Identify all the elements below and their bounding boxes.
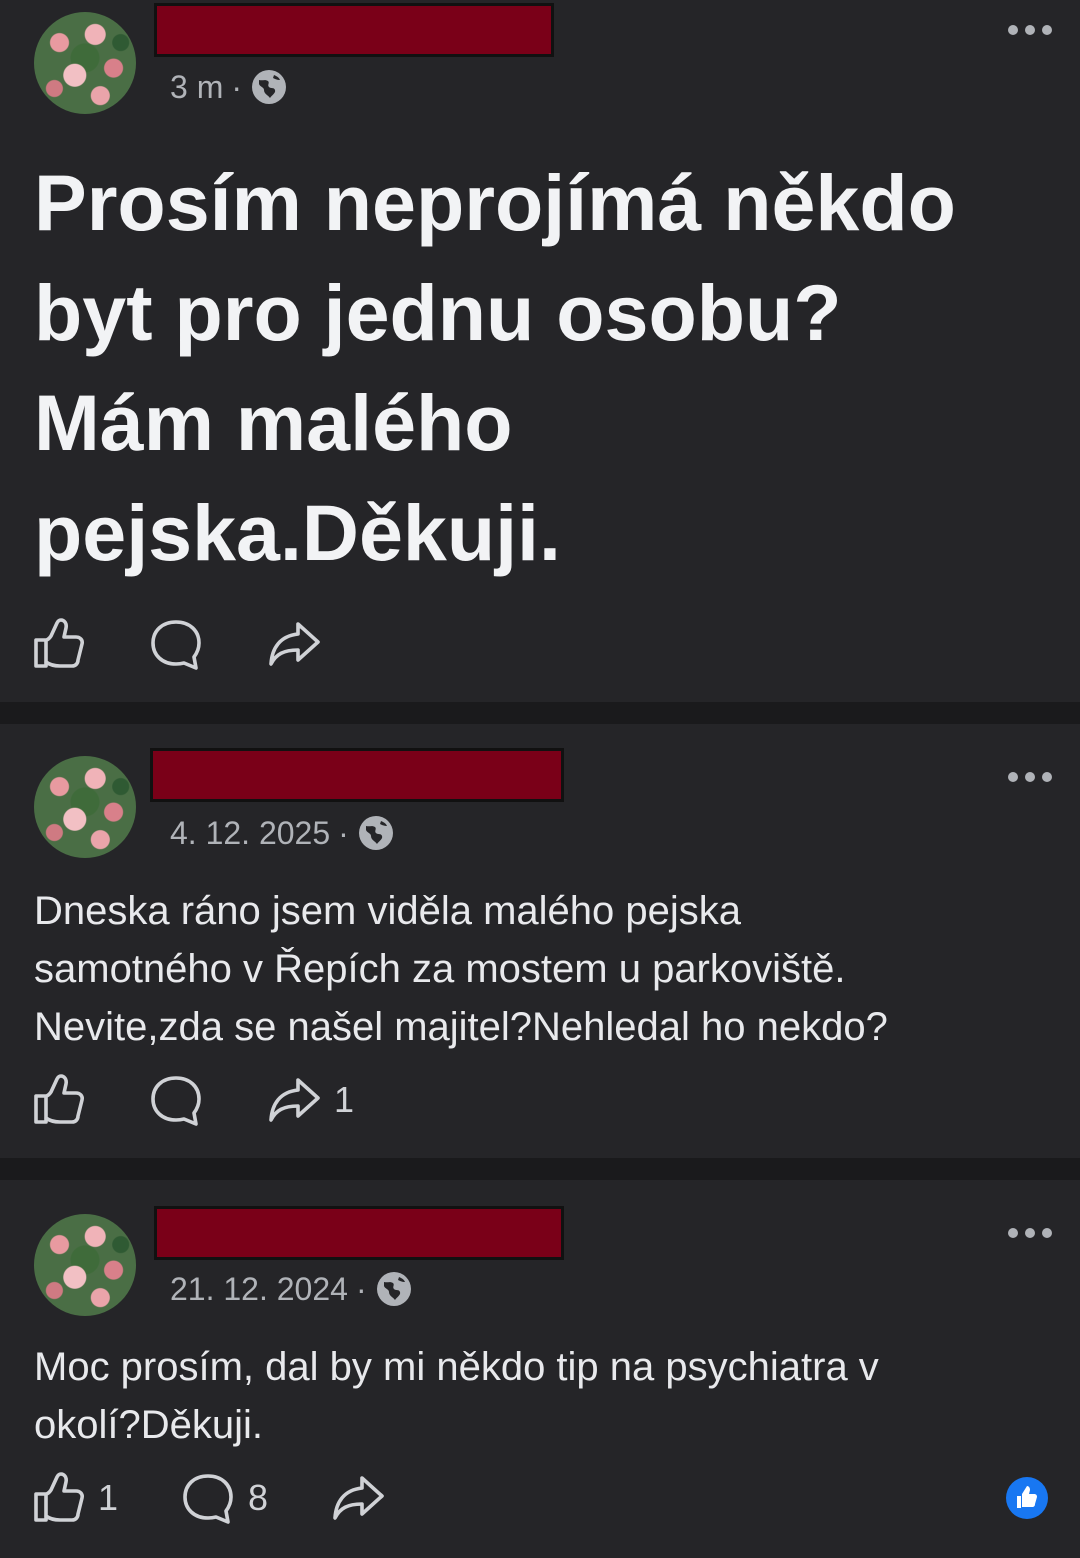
post-text-line: Moc prosím, dal by mi někdo tip na psych… xyxy=(34,1345,879,1389)
share-icon xyxy=(266,616,322,672)
avatar[interactable] xyxy=(34,12,136,114)
post-text-line: okolí?Děkuji. xyxy=(34,1403,264,1447)
thumbs-up-icon xyxy=(30,1072,86,1128)
post-text: Moc prosím, dal by mi někdo tip na psych… xyxy=(34,1338,1054,1454)
meta-separator: · xyxy=(338,814,349,851)
share-button[interactable]: 1 xyxy=(266,1072,354,1128)
redacted-author-name xyxy=(154,3,554,57)
like-reaction-badge-icon xyxy=(1006,1477,1048,1519)
post-text-line: pejska.Děkuji. xyxy=(34,488,561,577)
post-text-line: Nevite,zda se našel majitel?Nehledal ho … xyxy=(34,1005,888,1049)
avatar[interactable] xyxy=(34,1214,136,1316)
redacted-author-name xyxy=(154,1206,564,1260)
post-actions: 1 8 xyxy=(30,1470,386,1526)
redacted-author-name xyxy=(150,748,564,802)
post-text-line: byt pro jednu osobu? xyxy=(34,268,842,357)
post-card-2: 4. 12. 2025 · Dneska ráno jsem viděla ma… xyxy=(0,724,1080,1158)
post-meta: 3 m · xyxy=(170,68,288,106)
comment-button[interactable]: 8 xyxy=(180,1470,268,1526)
comment-icon xyxy=(180,1470,236,1526)
like-button[interactable] xyxy=(30,616,86,672)
comment-icon xyxy=(148,1072,204,1128)
post-timestamp[interactable]: 3 m xyxy=(170,69,223,106)
meta-separator: · xyxy=(355,1270,367,1307)
post-timestamp[interactable]: 4. 12. 2025 xyxy=(170,815,330,852)
meta-separator: · xyxy=(231,68,242,105)
comment-icon xyxy=(148,616,204,672)
globe-icon xyxy=(357,814,395,852)
post-text-line: samotného v Řepích za mostem u parkovišt… xyxy=(34,947,846,991)
share-button[interactable] xyxy=(266,616,322,672)
post-meta: 21. 12. 2024 · xyxy=(170,1270,413,1308)
share-button[interactable] xyxy=(330,1470,386,1526)
thumbs-up-icon xyxy=(30,616,86,672)
like-button[interactable]: 1 xyxy=(30,1470,118,1526)
post-text: Dneska ráno jsem viděla malého pejska sa… xyxy=(34,882,1054,1056)
globe-icon xyxy=(250,68,288,106)
share-icon xyxy=(266,1072,322,1128)
share-count: 1 xyxy=(334,1079,355,1120)
post-actions xyxy=(30,616,322,672)
post-card-3: 21. 12. 2024 · Moc prosím, dal by mi něk… xyxy=(0,1180,1080,1558)
post-text: Prosím neprojímá někdo byt pro jednu oso… xyxy=(34,148,1044,588)
like-count: 1 xyxy=(98,1477,119,1518)
comment-button[interactable] xyxy=(148,616,204,672)
post-text-line: Mám malého xyxy=(34,378,513,467)
comment-count: 8 xyxy=(248,1477,269,1518)
avatar[interactable] xyxy=(34,756,136,858)
thumbs-up-icon xyxy=(1017,1486,1037,1508)
post-text-line: Dneska ráno jsem viděla malého pejska xyxy=(34,889,742,933)
post-card-1: 3 m · Prosím neprojímá někdo byt pro jed… xyxy=(0,0,1080,702)
post-timestamp[interactable]: 21. 12. 2024 xyxy=(170,1271,348,1308)
globe-icon xyxy=(375,1270,413,1308)
like-button[interactable] xyxy=(30,1072,86,1128)
more-options-icon[interactable] xyxy=(1008,1228,1052,1238)
thumbs-up-icon xyxy=(30,1470,86,1526)
share-icon xyxy=(330,1470,386,1526)
more-options-icon[interactable] xyxy=(1008,25,1052,35)
comment-button[interactable] xyxy=(148,1072,204,1128)
post-text-line: Prosím neprojímá někdo xyxy=(34,158,956,247)
post-actions: 1 xyxy=(30,1072,354,1128)
more-options-icon[interactable] xyxy=(1008,772,1052,782)
post-meta: 4. 12. 2025 · xyxy=(170,814,395,852)
